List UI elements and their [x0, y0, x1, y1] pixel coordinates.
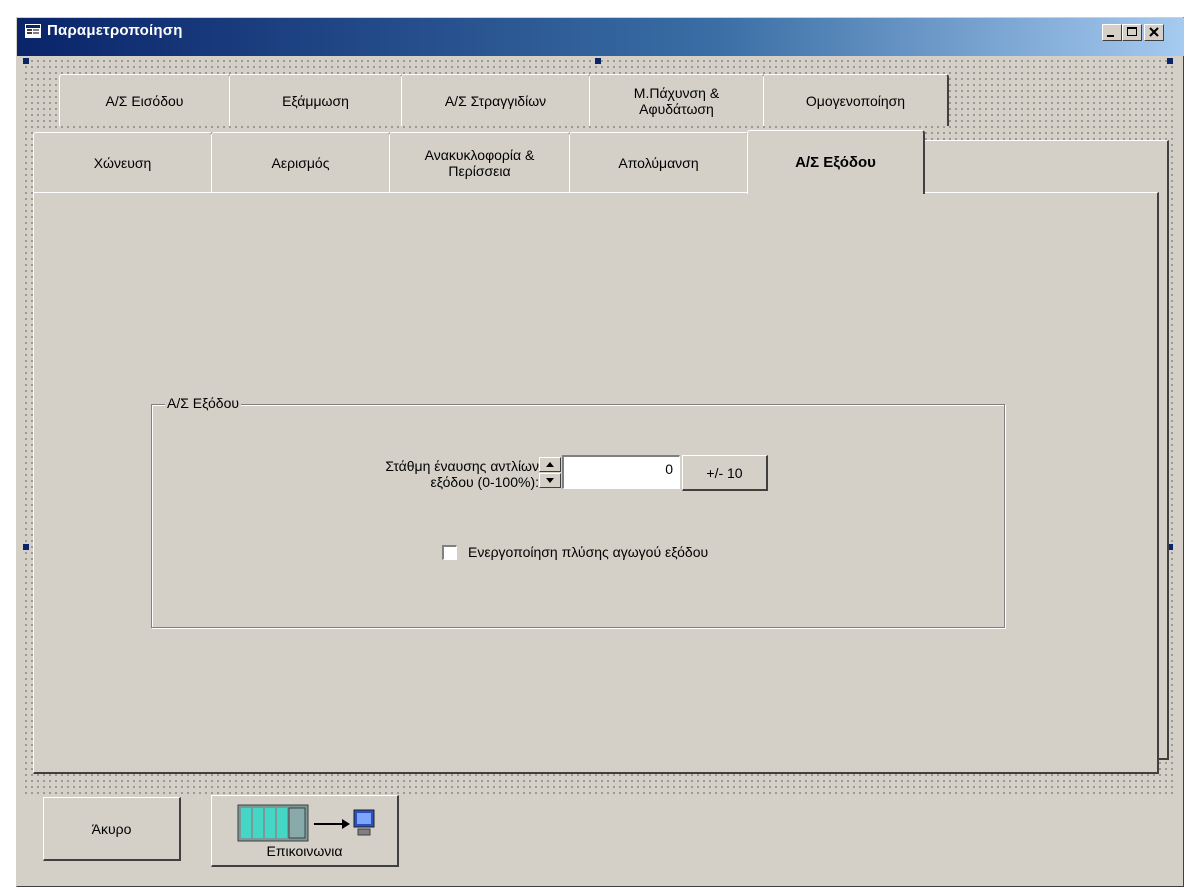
tab-label: Απολύμανση: [618, 154, 699, 171]
spin-down-button[interactable]: [539, 473, 561, 488]
resize-handle[interactable]: [23, 58, 29, 64]
minimize-button[interactable]: [1102, 24, 1122, 41]
window-title: Παραμετροποίηση: [47, 22, 183, 39]
tab-label: Ομογενοποίηση: [805, 92, 906, 109]
tab-label: Α/Σ Εισόδου: [105, 92, 184, 109]
tab-as-exodou[interactable]: Α/Σ Εξόδου: [747, 130, 925, 194]
tab-anakykloforia[interactable]: Ανακυκλοφορία & Περίσσεια: [389, 132, 571, 192]
maximize-icon: [1127, 27, 1137, 36]
arrow-down-icon: [546, 478, 554, 483]
tab-label: Χώνευση: [93, 154, 152, 171]
maximize-button[interactable]: [1122, 24, 1142, 41]
trigger-level-label: Στάθμη έναυσης αντλίων εξόδου (0-100%):: [385, 458, 539, 490]
communication-label: Επικοινωνια: [266, 842, 343, 859]
tab-label: Α/Σ Εξόδου: [795, 153, 876, 171]
close-icon: [1149, 27, 1159, 37]
tab-examosi[interactable]: Εξάμμωση: [229, 74, 403, 126]
output-pumps-group: [151, 404, 1005, 628]
trigger-level-input[interactable]: 0: [562, 455, 680, 489]
resize-handle[interactable]: [1167, 58, 1173, 64]
tab-label: Μ.Πάχυνση & Αφυδάτωση: [633, 84, 720, 117]
title-bar[interactable]: Παραμετροποίηση: [17, 18, 1184, 56]
plus-minus-10-button[interactable]: +/- 10: [682, 455, 768, 491]
parameters-window: Παραμετροποίηση Α/Σ Εισόδου Εξάμμωση Α/Σ…: [16, 17, 1184, 887]
tab-label: Αερισμός: [271, 154, 330, 171]
plus-minus-10-label: +/- 10: [706, 464, 743, 481]
tab-label: Α/Σ Στραγγιδίων: [444, 92, 547, 109]
group-title: Α/Σ Εξόδου: [165, 395, 242, 411]
tab-as-straggidion[interactable]: Α/Σ Στραγγιδίων: [401, 74, 591, 126]
cancel-button[interactable]: Άκυρο: [43, 797, 181, 861]
tab-aerismos[interactable]: Αερισμός: [211, 132, 391, 192]
tab-apolymansi[interactable]: Απολύμανση: [569, 132, 749, 192]
spin-up-button[interactable]: [539, 457, 561, 472]
plc-to-computer-icon: [237, 804, 374, 841]
tab-paxynsi[interactable]: Μ.Πάχυνση & Αφυδάτωση: [589, 74, 765, 126]
tab-xoneysi[interactable]: Χώνευση: [33, 132, 213, 192]
arrow-up-icon: [546, 462, 554, 467]
resize-handle[interactable]: [595, 58, 601, 64]
close-button[interactable]: [1144, 24, 1164, 41]
tab-as-eisodou[interactable]: Α/Σ Εισόδου: [59, 74, 231, 126]
tab-label: Εξάμμωση: [282, 92, 349, 109]
form-icon: [25, 24, 41, 38]
minimize-icon: [1107, 35, 1114, 37]
resize-handle[interactable]: [23, 544, 29, 550]
cancel-label: Άκυρο: [91, 820, 132, 837]
tab-omogenopoiisi[interactable]: Ομογενοποίηση: [763, 74, 949, 126]
pipe-wash-label: Ενεργοποίηση πλύσης αγωγού εξόδου: [468, 544, 709, 560]
communication-button[interactable]: Επικοινωνια: [211, 795, 399, 867]
pipe-wash-checkbox[interactable]: [442, 545, 457, 560]
tab-label: Ανακυκλοφορία & Περίσσεια: [424, 146, 535, 179]
